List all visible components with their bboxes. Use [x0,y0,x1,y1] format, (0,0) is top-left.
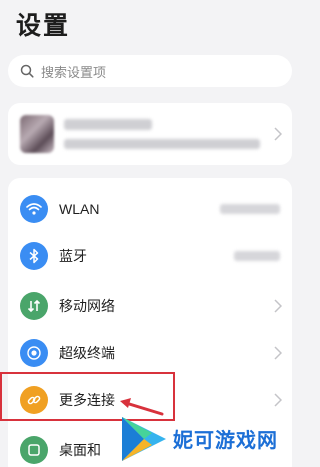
settings-item-bluetooth[interactable]: 蓝牙 [8,234,292,278]
search-placeholder: 搜索设置项 [41,64,107,80]
watermark: 妮可游戏网 [110,407,300,467]
play-logo-icon [122,417,166,461]
settings-item-label: 蓝牙 [59,248,87,264]
desktop-icon [20,436,48,464]
bluetooth-icon [20,242,48,270]
account-detail-blurred [64,139,260,149]
settings-item-label: 超级终端 [59,345,115,361]
page-title: 设置 [16,12,71,40]
settings-item-label: 桌面和 [59,442,101,458]
chevron-right-icon [274,127,282,141]
bluetooth-status-blurred [234,251,280,261]
search-icon [20,64,34,78]
chevron-right-icon [274,393,282,407]
wifi-icon [20,195,48,223]
account-card[interactable] [8,103,292,165]
chevron-right-icon [274,299,282,313]
settings-item-super-device[interactable]: 超级终端 [8,331,292,375]
search-bar[interactable]: 搜索设置项 [8,55,292,87]
chevron-right-icon [274,346,282,360]
settings-item-mobile-network[interactable]: 移动网络 [8,284,292,328]
account-name-blurred [64,119,152,130]
settings-item-label: 移动网络 [59,298,115,314]
wlan-status-blurred [220,204,280,214]
mobile-network-icon [20,292,48,320]
settings-item-wlan[interactable]: WLAN [8,187,292,231]
super-device-icon [20,339,48,367]
watermark-text: 妮可游戏网 [173,430,278,452]
settings-item-label: WLAN [59,201,100,217]
avatar [20,115,54,153]
